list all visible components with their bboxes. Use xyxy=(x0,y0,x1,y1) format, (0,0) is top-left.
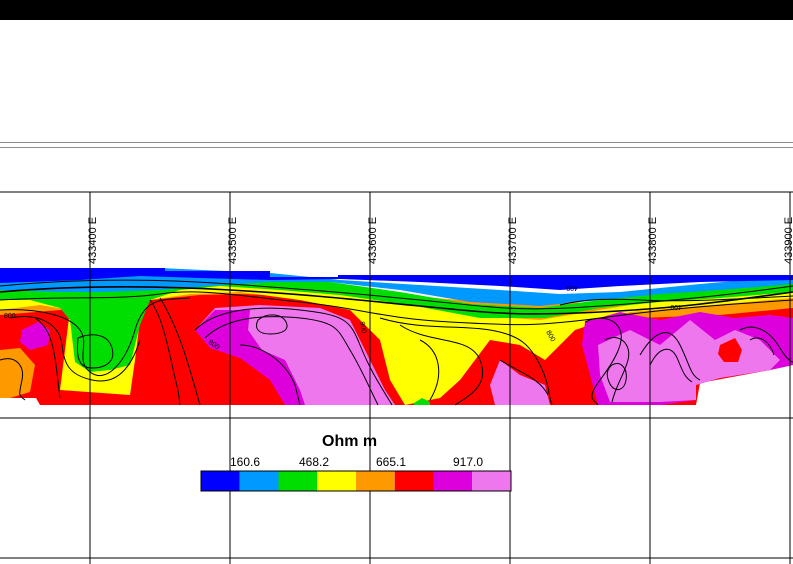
easting-label-433600: 433600 E xyxy=(367,217,379,264)
legend-swatch-6 xyxy=(394,471,434,491)
color-legend: Ohm m 160.6 468.2 665.1 917.0 xyxy=(200,433,512,492)
easting-label-433800: 433800 E xyxy=(647,217,659,264)
legend-swatches xyxy=(200,470,512,492)
legend-swatch-2 xyxy=(239,471,279,491)
easting-label-433700: 433700 E xyxy=(507,217,519,264)
legend-swatch-3 xyxy=(278,471,318,491)
legend-swatch-7 xyxy=(433,471,473,491)
easting-label-433400: 433400 E xyxy=(87,217,99,264)
legend-swatch-5 xyxy=(356,471,395,491)
legend-tick-2: 468.2 xyxy=(299,455,329,469)
contour-label-4: 400 xyxy=(670,303,682,310)
legend-tick-3: 665.1 xyxy=(376,455,406,469)
easting-label-433500: 433500 E xyxy=(227,217,239,264)
contour-label-6: 800 xyxy=(4,313,16,320)
legend-tick-4: 917.0 xyxy=(453,455,483,469)
contour-label-5: 400 xyxy=(566,284,578,291)
legend-swatch-1 xyxy=(201,471,240,491)
legend-tick-1: 160.6 xyxy=(230,455,260,469)
legend-swatch-8 xyxy=(472,471,511,491)
legend-title: Ohm m xyxy=(322,433,377,450)
legend-swatch-4 xyxy=(317,471,356,491)
resistivity-section: 800 900 800 400 400 800 433400 E 433500 … xyxy=(0,191,793,564)
easting-label-433900: 433900 E xyxy=(783,217,793,264)
